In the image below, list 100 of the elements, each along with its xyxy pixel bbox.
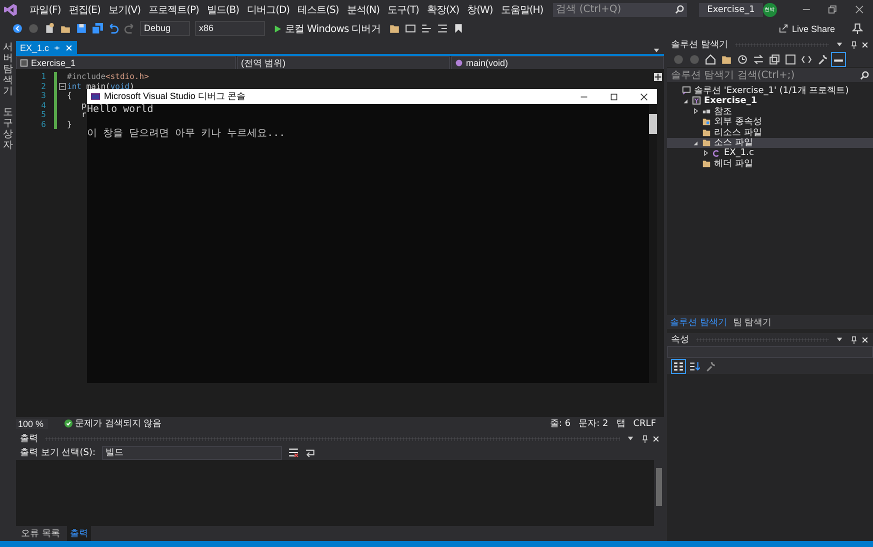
platform-dropdown[interactable]: x86 bbox=[195, 21, 265, 36]
configuration-dropdown[interactable]: Debug bbox=[140, 21, 190, 36]
collapse-all-icon[interactable] bbox=[769, 54, 780, 64]
side-tab[interactable]: 서버 탐색기 bbox=[3, 42, 13, 97]
clear-all-icon[interactable] bbox=[288, 447, 298, 458]
folder-icon bbox=[702, 159, 711, 168]
screen-icon[interactable] bbox=[405, 23, 416, 34]
tree-item[interactable]: 참조 bbox=[667, 106, 873, 116]
menu-item[interactable]: 편집(E) bbox=[64, 2, 104, 16]
indent-mode: 탭 bbox=[616, 418, 626, 430]
indent-icon[interactable] bbox=[437, 23, 448, 34]
redo-icon[interactable] bbox=[124, 23, 135, 34]
maximize-icon[interactable] bbox=[610, 92, 618, 100]
word-wrap-icon[interactable] bbox=[304, 447, 316, 458]
member-dropdown[interactable]: main(void) bbox=[451, 56, 664, 70]
save-all-icon[interactable] bbox=[92, 23, 103, 34]
app-logo-icon bbox=[4, 2, 18, 16]
code-line: { bbox=[67, 91, 72, 100]
preview-icon[interactable] bbox=[833, 54, 844, 64]
history-icon[interactable] bbox=[737, 54, 748, 64]
tree-item[interactable]: 헤더 파일 bbox=[667, 158, 873, 169]
dropdown-icon[interactable] bbox=[627, 435, 634, 442]
solution-icon bbox=[682, 86, 691, 95]
live-share-button[interactable]: Live Share bbox=[772, 22, 841, 34]
folder-icon bbox=[702, 117, 711, 126]
check-icon bbox=[64, 419, 73, 428]
output-source-label: 출력 보기 선택(S): bbox=[20, 447, 96, 459]
collapsed-arrow-icon[interactable] bbox=[693, 108, 699, 114]
tree-item[interactable]: 외부 종속성 bbox=[667, 116, 873, 127]
close-icon[interactable] bbox=[640, 92, 648, 100]
zoom-dropdown[interactable]: 100 % bbox=[16, 418, 48, 428]
sort-icon[interactable] bbox=[689, 360, 700, 372]
start-debugging-button[interactable]: 로컬 Windows 디버거 bbox=[270, 22, 384, 36]
menu-item[interactable]: 도움말(H) bbox=[496, 2, 548, 16]
back-icon[interactable] bbox=[12, 23, 23, 34]
output-source-dropdown[interactable]: 빌드 bbox=[102, 446, 282, 460]
bookmark-icon[interactable] bbox=[453, 23, 464, 34]
sync-icon[interactable] bbox=[753, 54, 764, 64]
side-tab[interactable]: 도구 상자 bbox=[3, 107, 13, 151]
line-number: 5 bbox=[41, 110, 46, 120]
menu-item[interactable]: 프로젝트(P) bbox=[144, 2, 203, 16]
search-input[interactable]: 검색 (Ctrl+Q) bbox=[556, 4, 676, 15]
code-line: r bbox=[80, 110, 86, 120]
menu-item[interactable]: 보기(V) bbox=[104, 2, 145, 16]
issues-status[interactable]: 문제가 검색되지 않음 bbox=[75, 417, 162, 430]
align-icon[interactable] bbox=[421, 23, 432, 34]
line-ending: CRLF bbox=[633, 418, 656, 428]
search-icon[interactable] bbox=[860, 70, 869, 80]
split-icon[interactable] bbox=[654, 73, 662, 81]
search-field[interactable]: 검색 (Ctrl+Q) bbox=[553, 2, 688, 16]
scrollbar[interactable] bbox=[649, 104, 657, 383]
panel-tab[interactable]: 팀 탐색기 bbox=[732, 316, 772, 328]
menu-item[interactable]: 디버그(D) bbox=[243, 2, 294, 16]
wrench-icon[interactable] bbox=[705, 360, 716, 372]
categorized-icon[interactable] bbox=[673, 360, 684, 372]
menu-item[interactable]: 확장(X) bbox=[422, 2, 464, 16]
close-icon[interactable] bbox=[855, 5, 864, 14]
search-field[interactable]: 솔루션 탐색기 검색(Ctrl+;) bbox=[667, 68, 873, 82]
dropdown-icon[interactable] bbox=[653, 47, 660, 54]
code-icon[interactable] bbox=[801, 54, 812, 64]
menu-item[interactable]: 분석(N) bbox=[342, 2, 384, 16]
restore-icon[interactable] bbox=[828, 5, 838, 14]
folder-icon[interactable] bbox=[721, 54, 732, 64]
new-project-icon[interactable] bbox=[44, 23, 55, 34]
panel-tab[interactable]: 오류 목록 bbox=[18, 526, 63, 541]
dropdown-icon[interactable] bbox=[836, 336, 843, 343]
tree-item[interactable]: EX_1.c bbox=[667, 148, 873, 158]
folder-icon[interactable] bbox=[389, 23, 400, 34]
expanded-arrow-icon[interactable] bbox=[683, 98, 689, 104]
undo-icon[interactable] bbox=[108, 23, 119, 34]
column-position: 문자: 2 bbox=[578, 418, 608, 430]
search-icon[interactable] bbox=[675, 5, 684, 14]
line-number: 3 bbox=[41, 91, 46, 100]
panel-tab[interactable]: 출력 bbox=[66, 526, 91, 541]
panel-tab[interactable]: 솔루션 탐색기 bbox=[670, 316, 727, 328]
show-all-icon[interactable] bbox=[785, 54, 796, 64]
panel-title: 출력 bbox=[20, 433, 38, 445]
save-icon[interactable] bbox=[76, 23, 87, 34]
project-icon bbox=[20, 59, 28, 67]
tree-item[interactable]: 리소스 파일 bbox=[667, 127, 873, 138]
dropdown-icon[interactable] bbox=[836, 41, 843, 48]
menu-item[interactable]: 빌드(B) bbox=[202, 2, 244, 16]
menu-item[interactable]: 테스트(S) bbox=[294, 2, 343, 16]
tree-item[interactable]: Exercise_1 bbox=[667, 96, 873, 106]
scope-dropdown[interactable]: (전역 범위) bbox=[237, 56, 450, 70]
solution-name: Exercise_1 bbox=[699, 2, 763, 16]
collapsed-arrow-icon[interactable] bbox=[703, 150, 709, 156]
tree-item[interactable]: 소스 파일 bbox=[667, 138, 873, 148]
home-icon[interactable] bbox=[705, 54, 716, 64]
collapse-icon[interactable] bbox=[59, 82, 66, 90]
wrench-icon[interactable] bbox=[817, 54, 828, 64]
tree-item[interactable]: 솔루션 'Exercise_1' (1/1개 프로젝트) bbox=[667, 85, 873, 96]
menu-item[interactable]: 파일(F) bbox=[26, 2, 65, 16]
line-number: 2 bbox=[41, 82, 46, 91]
line-position: 줄: 6 bbox=[550, 418, 571, 430]
menu-item[interactable]: 도구(T) bbox=[384, 2, 423, 16]
search-input[interactable]: 솔루션 탐색기 검색(Ctrl+;) bbox=[671, 70, 860, 80]
project-dropdown[interactable]: Exercise_1 bbox=[16, 56, 236, 70]
menu-item[interactable]: 창(W) bbox=[463, 2, 497, 16]
expanded-arrow-icon[interactable] bbox=[693, 140, 699, 146]
